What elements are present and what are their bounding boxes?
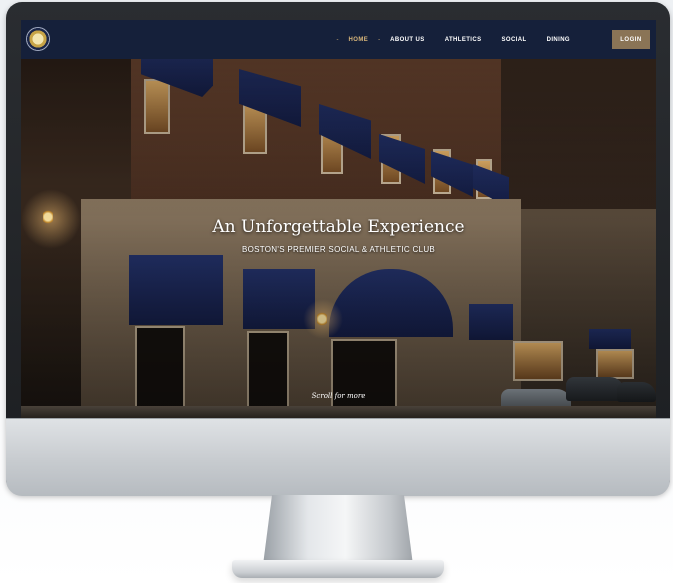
monitor-chin	[6, 418, 670, 496]
nav-links: - HOME - ABOUT US ATHLETICS SOCIAL DININ…	[337, 20, 580, 59]
club-crest-icon[interactable]	[27, 28, 49, 50]
nav-athletics-link[interactable]: ATHLETICS	[435, 37, 492, 43]
hero-image	[21, 59, 656, 418]
website-screen: - HOME - ABOUT US ATHLETICS SOCIAL DININ…	[21, 20, 656, 418]
nav-home-link[interactable]: HOME	[339, 37, 379, 43]
scroll-for-more-link[interactable]: Scroll for more	[21, 392, 656, 400]
top-navigation-bar: - HOME - ABOUT US ATHLETICS SOCIAL DININ…	[21, 20, 656, 59]
nav-dining-link[interactable]: DINING	[537, 37, 580, 43]
monitor-stand	[263, 495, 413, 565]
login-button[interactable]: LOGIN	[612, 30, 650, 49]
monitor-stand-base	[232, 560, 444, 578]
hero-headline: An Unforgettable Experience	[212, 217, 465, 237]
nav-about-us-link[interactable]: ABOUT US	[380, 37, 435, 43]
nav-social-link[interactable]: SOCIAL	[492, 37, 537, 43]
hero-subheadline: BOSTON'S PREMIER SOCIAL & ATHLETIC CLUB	[241, 245, 436, 254]
hero-overlay	[21, 59, 656, 418]
